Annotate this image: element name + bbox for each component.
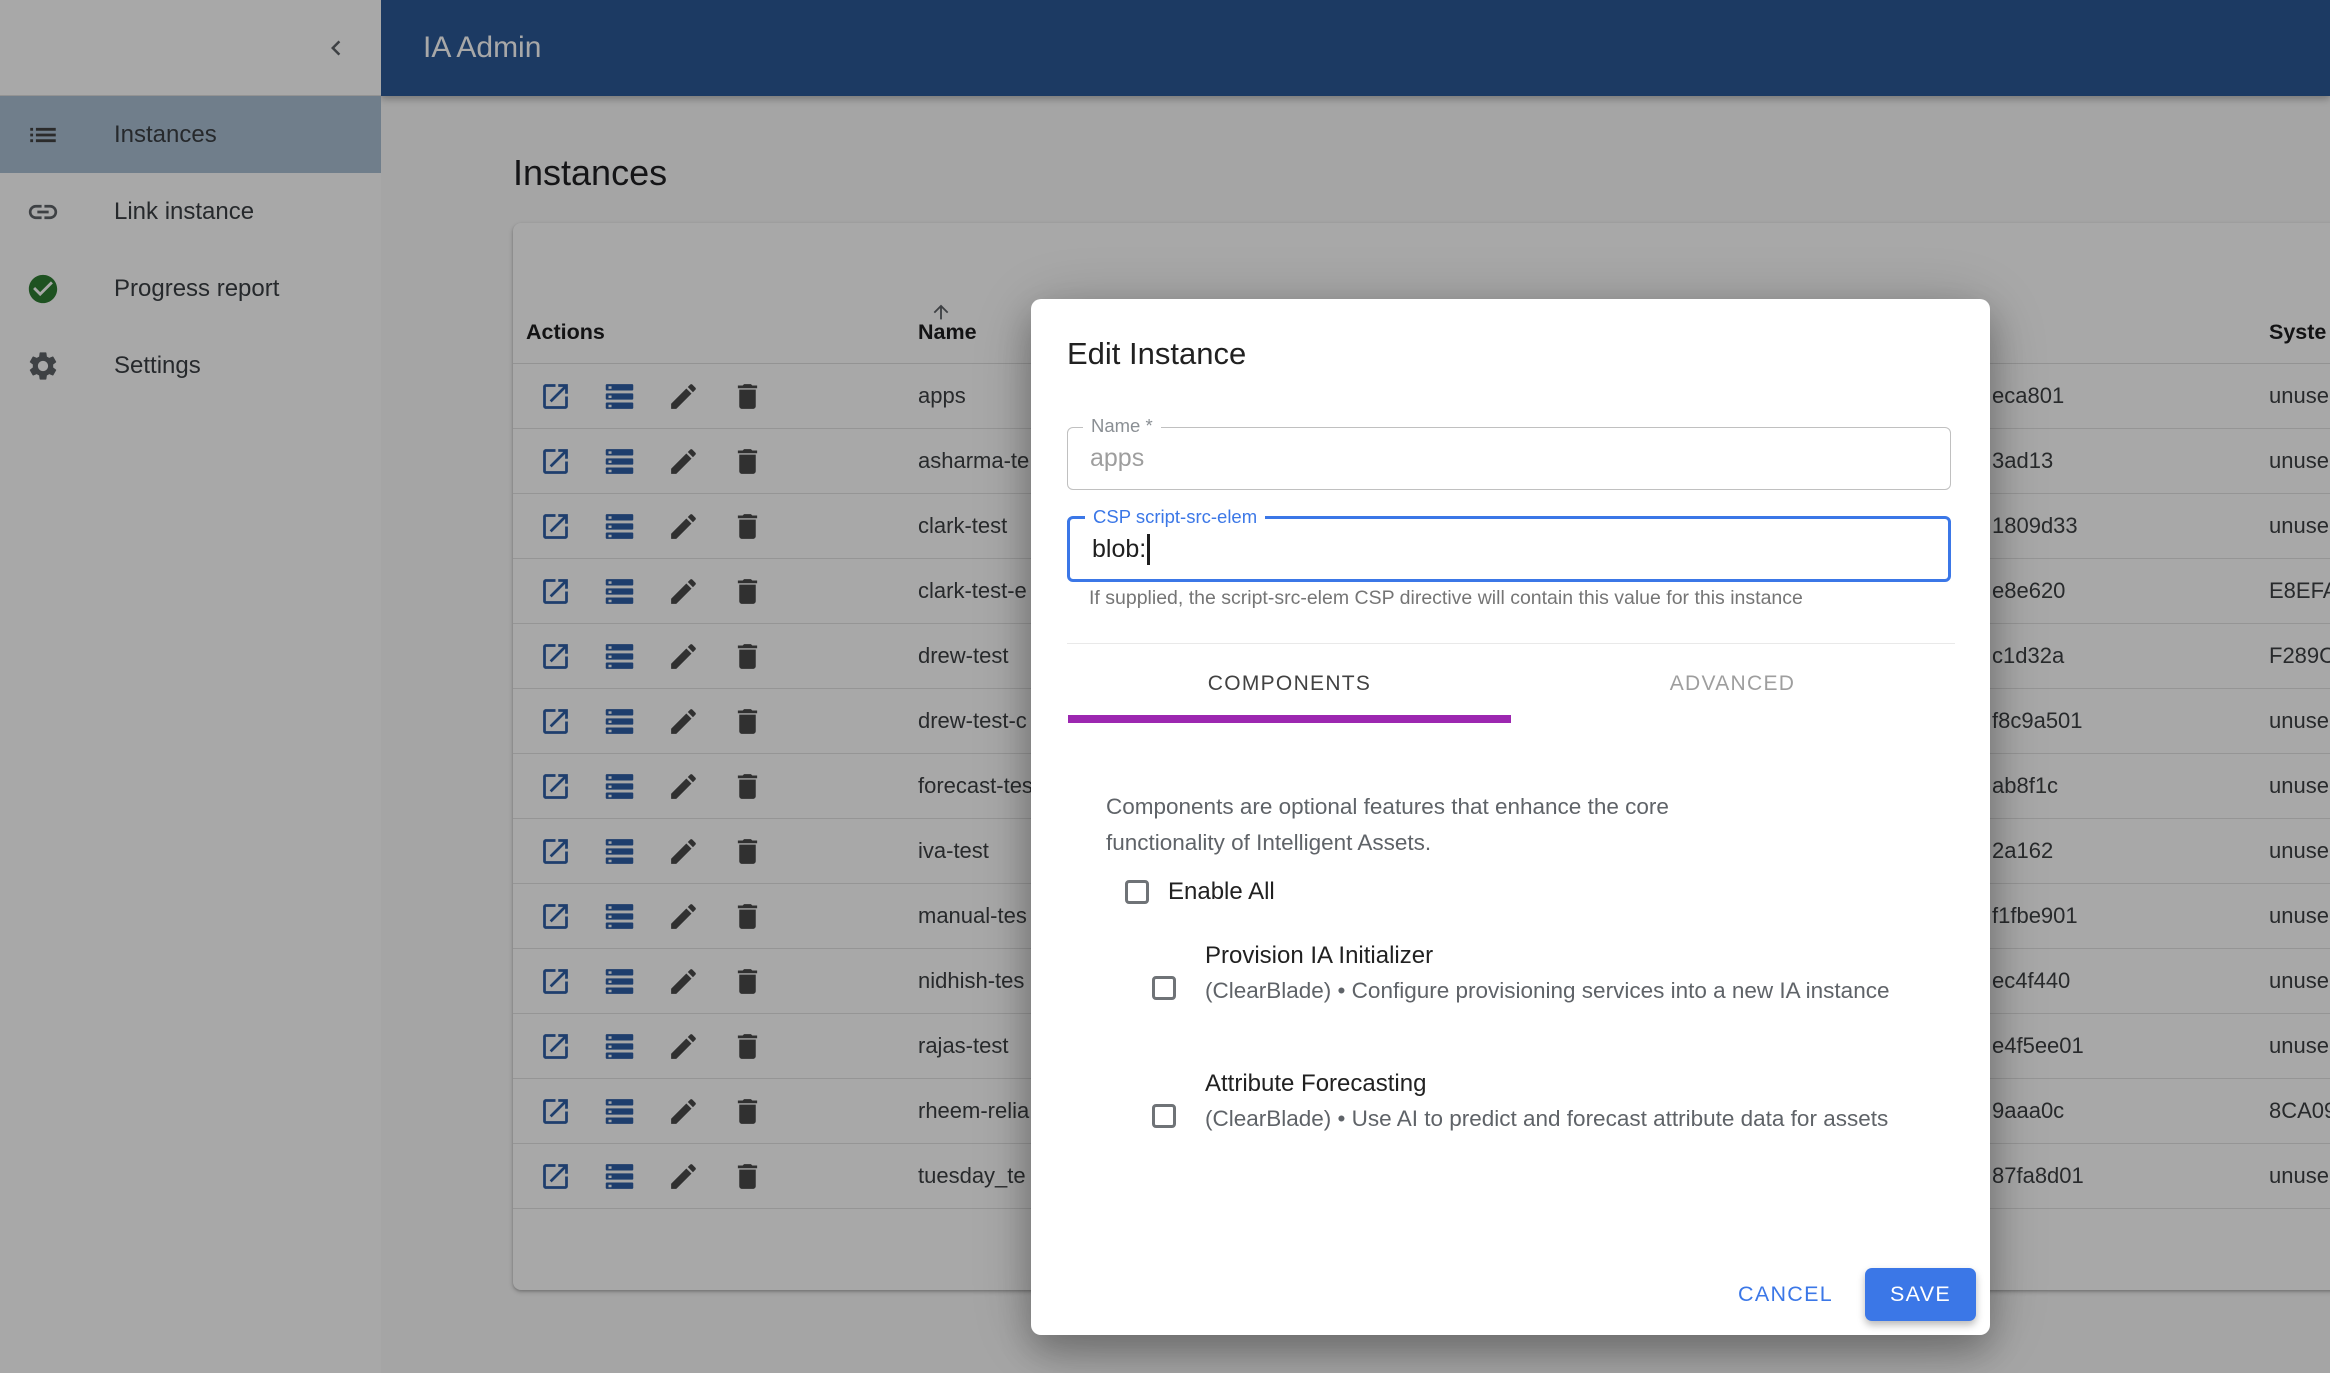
edit-instance-dialog: Edit Instance Name * apps CSP script-src… [1031,299,1990,1335]
component-checkbox[interactable] [1152,1104,1176,1128]
tab-components[interactable]: COMPONENTS [1068,644,1511,723]
component-title: Attribute Forecasting [1205,1069,1960,1099]
component-description: (ClearBlade) • Configure provisioning se… [1205,975,1960,1008]
enable-all-label: Enable All [1168,878,1275,906]
components-description: Components are optional features that en… [1106,789,1681,860]
csp-field[interactable]: CSP script-src-elem blob: [1067,516,1951,582]
enable-all-checkbox[interactable] [1125,880,1149,904]
text-caret [1147,534,1150,565]
tab-advanced[interactable]: ADVANCED [1511,644,1954,723]
component-title: Provision IA Initializer [1205,941,1960,971]
component-item: Attribute Forecasting (ClearBlade) • Use… [1152,1069,1960,1136]
save-button[interactable]: SAVE [1865,1268,1976,1321]
name-field[interactable]: Name * apps [1067,427,1951,490]
csp-field-value: blob: [1092,519,1150,579]
cancel-button[interactable]: CANCEL [1716,1268,1855,1321]
component-description: (ClearBlade) • Use AI to predict and for… [1205,1103,1960,1136]
name-field-value: apps [1090,428,1144,489]
dialog-title: Edit Instance [1067,336,1246,372]
active-tab-indicator [1068,715,1511,723]
component-checkbox[interactable] [1152,976,1176,1000]
csp-helper-text: If supplied, the script-src-elem CSP dir… [1089,587,1949,610]
enable-all-row[interactable]: Enable All [1125,878,1275,906]
component-item: Provision IA Initializer (ClearBlade) • … [1152,941,1960,1008]
